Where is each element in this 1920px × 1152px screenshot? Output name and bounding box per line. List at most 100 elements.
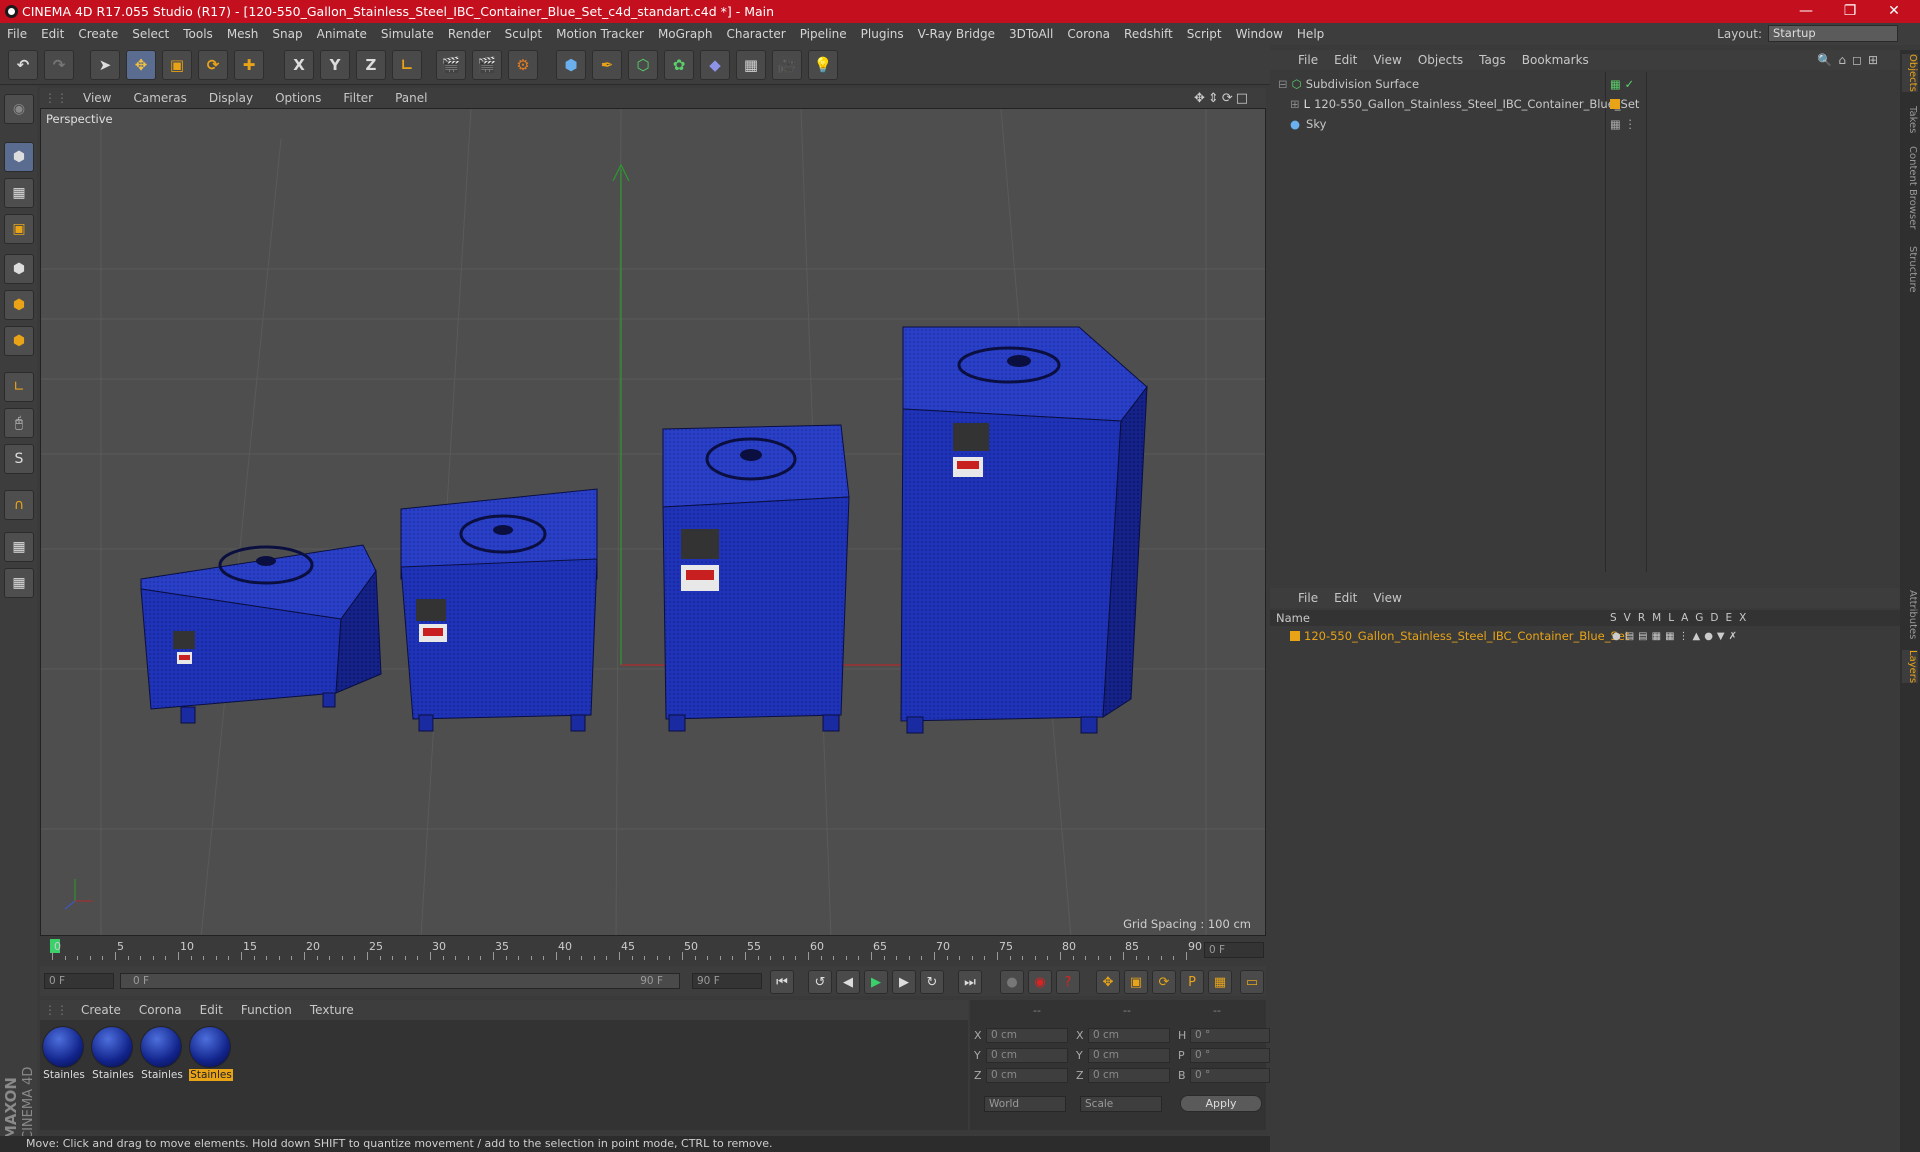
floor-scene-icon[interactable]: ▦ — [736, 50, 766, 80]
viewport-menu-display[interactable]: Display — [198, 91, 264, 105]
menu-corona[interactable]: Corona — [1060, 27, 1117, 41]
menu-tools[interactable]: Tools — [176, 27, 220, 41]
layer-menu-view[interactable]: View — [1365, 591, 1409, 605]
object-menu-edit[interactable]: Edit — [1326, 53, 1365, 67]
auto-keying-icon[interactable]: ◉ — [1028, 970, 1052, 994]
texture-mode-icon[interactable]: ▦ — [4, 178, 34, 208]
key-pla-icon[interactable]: ▦ — [1208, 970, 1232, 994]
current-frame-field[interactable]: 0 F — [1204, 942, 1264, 958]
cube-primitive-icon[interactable]: ⬢ — [556, 50, 586, 80]
play-icon[interactable]: ▶ — [864, 970, 888, 994]
rotate-tool-icon[interactable]: ⟳ — [198, 50, 228, 80]
keyframe-selection-icon[interactable]: ? — [1056, 970, 1080, 994]
menu-script[interactable]: Script — [1180, 27, 1229, 41]
edges-mode-icon[interactable]: ⬢ — [4, 290, 34, 320]
rotation-p-field[interactable]: 0 ° — [1190, 1047, 1270, 1063]
mograph-cloner-icon[interactable]: ✿ — [664, 50, 694, 80]
perspective-viewport[interactable]: Perspective Grid Spacing : 100 cm — [40, 108, 1266, 936]
select-arrow-icon[interactable]: ➤ — [90, 50, 120, 80]
menu-pipeline[interactable]: Pipeline — [793, 27, 854, 41]
workplane-lock-icon[interactable]: ▦ — [4, 532, 34, 562]
minimize-icon[interactable]: — — [1784, 0, 1828, 23]
points-mode-icon[interactable]: ⬢ — [4, 254, 34, 284]
workplane-icon[interactable]: ▣ — [4, 214, 34, 244]
ibc-container-medium-small[interactable] — [400, 488, 598, 732]
go-to-start-icon[interactable]: ⏮ — [770, 970, 794, 994]
object-menu-tags[interactable]: Tags — [1471, 53, 1514, 67]
visibility-dots-icon[interactable]: ▦ ⋮ — [1610, 117, 1636, 131]
menu-simulate[interactable]: Simulate — [374, 27, 441, 41]
material-menu-texture[interactable]: Texture — [301, 1003, 363, 1017]
object-row-subdivision-surface[interactable]: ⊟ ⬡ Subdivision Surface ▦ ✓ — [1270, 74, 1900, 93]
key-position-icon[interactable]: ✥ — [1096, 970, 1120, 994]
ibc-container-medium-large[interactable] — [662, 424, 850, 732]
key-scale-icon[interactable]: ▣ — [1124, 970, 1148, 994]
position-x-field[interactable]: 0 cm — [986, 1027, 1068, 1043]
menu-plugins[interactable]: Plugins — [854, 27, 911, 41]
camera-icon[interactable]: 🎥 — [772, 50, 802, 80]
menu-motion-tracker[interactable]: Motion Tracker — [549, 27, 651, 41]
menu-mesh[interactable]: Mesh — [220, 27, 266, 41]
menu-redshift[interactable]: Redshift — [1117, 27, 1180, 41]
menu-character[interactable]: Character — [719, 27, 792, 41]
rotation-b-field[interactable]: 0 ° — [1190, 1067, 1270, 1083]
tab-objects[interactable]: Objects — [1902, 54, 1918, 92]
size-mode-dropdown[interactable]: Scale — [1080, 1096, 1162, 1112]
layer-row[interactable]: 120-550_Gallon_Stainless_Steel_IBC_Conta… — [1270, 628, 1900, 644]
size-y-field[interactable]: 0 cm — [1088, 1047, 1170, 1063]
solo-mode-icon[interactable]: S — [4, 444, 34, 474]
object-menu-bookmarks[interactable]: Bookmarks — [1514, 53, 1597, 67]
menu-render[interactable]: Render — [441, 27, 498, 41]
record-keys-icon[interactable]: ● — [1000, 970, 1024, 994]
go-to-end-icon[interactable]: ⏭ — [958, 970, 982, 994]
key-parameter-icon[interactable]: P — [1180, 970, 1204, 994]
position-y-field[interactable]: 0 cm — [986, 1047, 1068, 1063]
layer-column-header[interactable]: R — [1638, 612, 1645, 624]
layer-column-header[interactable]: V — [1624, 612, 1631, 624]
menu-snap[interactable]: Snap — [265, 27, 309, 41]
layer-column-header[interactable]: S — [1610, 612, 1617, 624]
menu-mograph[interactable]: MoGraph — [651, 27, 720, 41]
viewport-nav-icons[interactable]: ✥⇕⟳□ — [1183, 91, 1262, 106]
material-swatch[interactable]: Stainles — [91, 1026, 135, 1084]
menu-help[interactable]: Help — [1290, 27, 1331, 41]
layer-column-header[interactable]: A — [1681, 612, 1688, 624]
material-menu-create[interactable]: Create — [72, 1003, 130, 1017]
pen-spline-icon[interactable]: ✒ — [592, 50, 622, 80]
material-swatch[interactable]: Stainles — [42, 1026, 86, 1084]
undo-icon[interactable]: ↶ — [8, 50, 38, 80]
ibc-container-small[interactable] — [140, 544, 382, 724]
polygons-mode-icon[interactable]: ⬢ — [4, 326, 34, 356]
menu-3dtoall[interactable]: 3DToAll — [1002, 27, 1060, 41]
tab-content-browser[interactable]: Content Browser — [1902, 146, 1918, 229]
render-settings-icon[interactable]: ⚙ — [508, 50, 538, 80]
menu-window[interactable]: Window — [1229, 27, 1290, 41]
menu-select[interactable]: Select — [125, 27, 176, 41]
ibc-container-large[interactable] — [900, 326, 1148, 734]
enable-check-icon[interactable]: ▦ ✓ — [1610, 77, 1634, 91]
menu-create[interactable]: Create — [71, 27, 125, 41]
layer-column-header[interactable]: E — [1726, 612, 1733, 624]
scale-tool-icon[interactable]: ▣ — [162, 50, 192, 80]
live-selection-icon[interactable]: ✚ — [234, 50, 264, 80]
restore-icon[interactable]: ❐ — [1828, 0, 1872, 23]
material-swatch[interactable]: Stainles — [140, 1026, 184, 1084]
viewport-menu-filter[interactable]: Filter — [332, 91, 384, 105]
object-manager-tools-icons[interactable]: 🔍⌂◻⊞ — [1809, 53, 1892, 67]
object-row-sky[interactable]: ● Sky ▦ ⋮ — [1270, 114, 1900, 133]
snap-magnet-icon[interactable]: ∩ — [4, 490, 34, 520]
layer-column-header[interactable]: L — [1668, 612, 1674, 624]
frame-range-slider[interactable]: 0 F 90 F — [120, 973, 680, 989]
subdivision-icon[interactable]: ⬡ — [628, 50, 658, 80]
menu-animate[interactable]: Animate — [310, 27, 374, 41]
timeline-ruler[interactable]: 0 5 10 15 20 25 30 35 40 45 50 55 60 65 70 75 80 85 90 0 F — [40, 938, 1266, 962]
light-icon[interactable]: 💡 — [808, 50, 838, 80]
planar-workplane-icon[interactable]: ▦ — [4, 568, 34, 598]
layer-menu-edit[interactable]: Edit — [1326, 591, 1365, 605]
tab-layers[interactable]: Layers — [1902, 650, 1918, 684]
menu-edit[interactable]: Edit — [34, 27, 71, 41]
viewport-menu-panel[interactable]: Panel — [384, 91, 438, 105]
viewport-menu-options[interactable]: Options — [264, 91, 332, 105]
size-x-field[interactable]: 0 cm — [1088, 1027, 1170, 1043]
render-picture-viewer-icon[interactable]: 🎬 — [472, 50, 502, 80]
